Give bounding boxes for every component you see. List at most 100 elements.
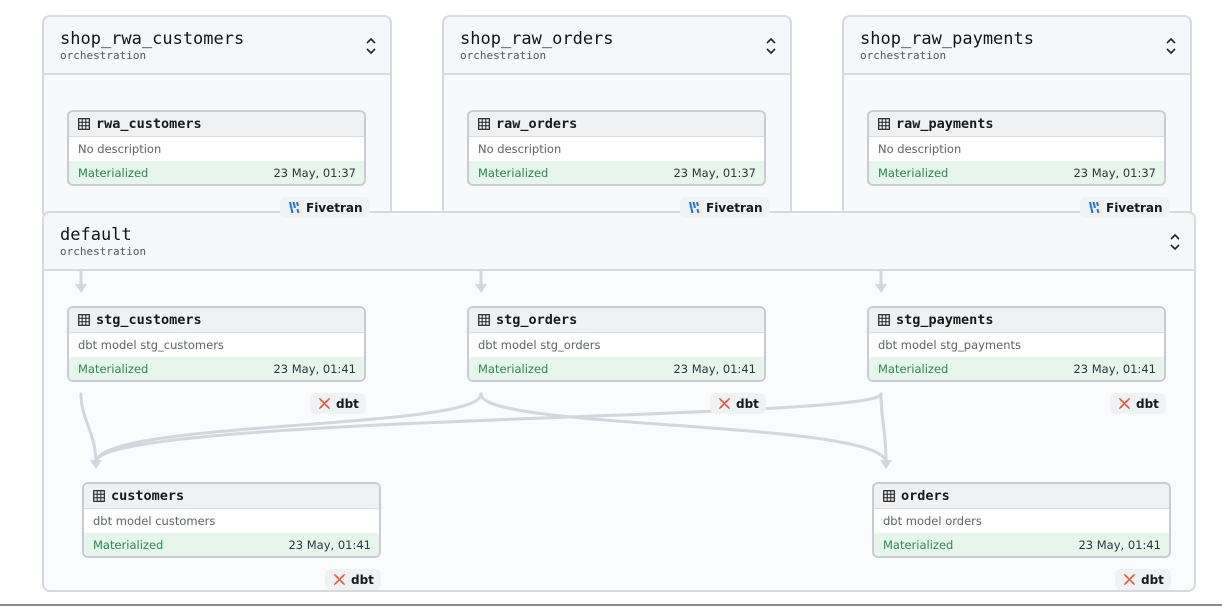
asset-node-header: stg_orders [469, 308, 764, 333]
asset-node-header: stg_customers [69, 308, 364, 333]
compute-kind-label: dbt [736, 396, 759, 411]
compute-kind-badge: Fivetran [1080, 197, 1170, 218]
table-icon [883, 490, 895, 502]
chevron-up-down-icon[interactable] [364, 37, 378, 55]
asset-node-header: raw_payments [869, 112, 1164, 137]
asset-status: Materialized [78, 362, 149, 376]
asset-node-raw-payments[interactable]: raw_payments No description Materialized… [867, 110, 1166, 186]
group-header: shop_raw_payments orchestration [844, 17, 1190, 75]
asset-name: customers [111, 488, 185, 504]
dbt-logo-icon [1119, 398, 1130, 409]
compute-kind-label: dbt [351, 572, 374, 587]
asset-status-row: Materialized 23 May, 01:41 [874, 533, 1169, 556]
chevron-up-down-icon[interactable] [1168, 233, 1182, 251]
asset-node-stg-payments[interactable]: stg_payments dbt model stg_payments Mate… [867, 306, 1166, 382]
asset-name: raw_orders [496, 116, 578, 132]
asset-status-row: Materialized 23 May, 01:41 [84, 533, 379, 556]
chevron-up-down-icon[interactable] [764, 37, 778, 55]
asset-node-header: rwa_customers [69, 112, 364, 137]
asset-materialized-time: 23 May, 01:37 [273, 166, 356, 180]
group-header: shop_rwa_customers orchestration [44, 17, 390, 75]
asset-node-orders[interactable]: orders dbt model orders Materialized 23 … [872, 482, 1171, 558]
chevron-up-down-icon[interactable] [1164, 37, 1178, 55]
asset-name: raw_payments [896, 116, 994, 132]
asset-name: orders [901, 488, 950, 504]
asset-status-row: Materialized 23 May, 01:37 [869, 161, 1164, 184]
group-title: shop_raw_orders [460, 29, 614, 49]
viewport-bottom-border [0, 604, 1222, 606]
compute-kind-badge: Fivetran [280, 197, 370, 218]
asset-status: Materialized [883, 538, 954, 552]
table-icon [93, 490, 105, 502]
table-icon [878, 314, 890, 326]
asset-node-stg-orders[interactable]: stg_orders dbt model stg_orders Material… [467, 306, 766, 382]
asset-status-row: Materialized 23 May, 01:37 [469, 161, 764, 184]
compute-kind-label: dbt [1136, 396, 1159, 411]
dbt-logo-icon [719, 398, 730, 409]
table-icon [478, 314, 490, 326]
asset-materialized-time: 23 May, 01:41 [288, 538, 371, 552]
fivetran-logo-icon [689, 202, 700, 213]
fivetran-logo-icon [289, 202, 300, 213]
group-title: shop_rwa_customers [60, 29, 245, 49]
asset-description: No description [878, 142, 962, 156]
asset-status: Materialized [878, 166, 949, 180]
compute-kind-label: Fivetran [306, 200, 363, 215]
asset-description: dbt model customers [93, 514, 216, 528]
asset-description: No description [478, 142, 562, 156]
asset-materialized-time: 23 May, 01:41 [673, 362, 756, 376]
asset-node-stg-customers[interactable]: stg_customers dbt model stg_customers Ma… [67, 306, 366, 382]
asset-description: No description [78, 142, 162, 156]
asset-status: Materialized [478, 166, 549, 180]
group-subtitle: orchestration [860, 49, 947, 62]
dbt-logo-icon [319, 398, 330, 409]
asset-status-row: Materialized 23 May, 01:41 [869, 357, 1164, 380]
group-header: default orchestration [44, 213, 1194, 271]
asset-name: stg_orders [496, 312, 578, 328]
group-title: shop_raw_payments [860, 29, 1034, 49]
asset-node-rwa-customers[interactable]: rwa_customers No description Materialize… [67, 110, 366, 186]
asset-materialized-time: 23 May, 01:37 [1073, 166, 1156, 180]
group-subtitle: orchestration [460, 49, 547, 62]
compute-kind-badge: dbt [310, 393, 366, 414]
asset-materialized-time: 23 May, 01:41 [1078, 538, 1161, 552]
compute-kind-badge: Fivetran [680, 197, 770, 218]
asset-description: dbt model stg_customers [78, 338, 224, 352]
asset-node-header: raw_orders [469, 112, 764, 137]
asset-materialized-time: 23 May, 01:41 [1073, 362, 1156, 376]
asset-status-row: Materialized 23 May, 01:41 [69, 357, 364, 380]
asset-status-row: Materialized 23 May, 01:41 [469, 357, 764, 380]
compute-kind-label: dbt [336, 396, 359, 411]
group-title: default [60, 225, 132, 245]
compute-kind-badge: dbt [325, 569, 381, 590]
compute-kind-label: Fivetran [706, 200, 763, 215]
dbt-logo-icon [334, 574, 345, 585]
asset-name: stg_customers [96, 312, 202, 328]
asset-name: rwa_customers [96, 116, 202, 132]
asset-status: Materialized [478, 362, 549, 376]
compute-kind-label: Fivetran [1106, 200, 1163, 215]
asset-node-customers[interactable]: customers dbt model customers Materializ… [82, 482, 381, 558]
asset-node-header: stg_payments [869, 308, 1164, 333]
asset-status: Materialized [78, 166, 149, 180]
asset-status: Materialized [93, 538, 164, 552]
table-icon [478, 118, 490, 130]
table-icon [878, 118, 890, 130]
asset-name: stg_payments [896, 312, 994, 328]
fivetran-logo-icon [1089, 202, 1100, 213]
asset-node-header: orders [874, 484, 1169, 509]
compute-kind-label: dbt [1141, 572, 1164, 587]
compute-kind-badge: dbt [710, 393, 766, 414]
asset-materialized-time: 23 May, 01:41 [273, 362, 356, 376]
table-icon [78, 314, 90, 326]
compute-kind-badge: dbt [1115, 569, 1171, 590]
asset-status: Materialized [878, 362, 949, 376]
asset-node-raw-orders[interactable]: raw_orders No description Materialized 2… [467, 110, 766, 186]
compute-kind-badge: dbt [1110, 393, 1166, 414]
table-icon [78, 118, 90, 130]
group-subtitle: orchestration [60, 245, 147, 258]
group-header: shop_raw_orders orchestration [444, 17, 790, 75]
asset-node-header: customers [84, 484, 379, 509]
asset-status-row: Materialized 23 May, 01:37 [69, 161, 364, 184]
asset-description: dbt model stg_payments [878, 338, 1021, 352]
